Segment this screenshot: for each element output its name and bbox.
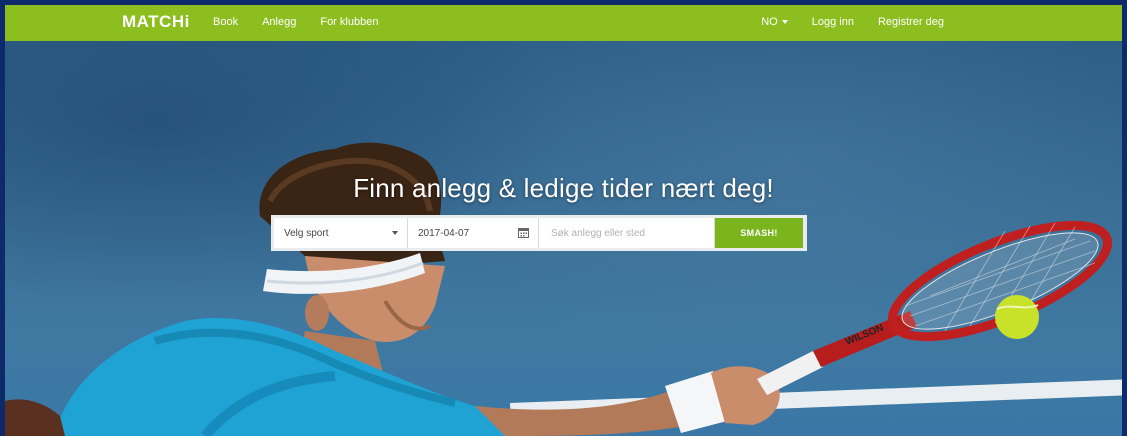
register-link[interactable]: Registrer deg	[878, 16, 944, 28]
login-link[interactable]: Logg inn	[812, 16, 854, 28]
date-picker[interactable]: 2017-04-07	[408, 218, 539, 248]
language-label: NO	[761, 16, 778, 28]
browser-frame: MATCHi Book Anlegg For klubben NO Logg i…	[5, 5, 1122, 436]
date-value: 2017-04-07	[418, 227, 470, 239]
main-nav: Book Anlegg For klubben	[213, 16, 378, 28]
caret-down-icon	[392, 231, 398, 235]
language-dropdown[interactable]: NO	[761, 16, 788, 28]
sport-select-value: Velg sport	[284, 227, 329, 239]
caret-down-icon	[781, 20, 788, 25]
search-form: Velg sport 2017-04-07 SMASH!	[271, 215, 807, 251]
nav-link-book[interactable]: Book	[213, 16, 238, 28]
search-field	[539, 218, 715, 248]
search-input[interactable]	[549, 226, 704, 240]
brand-logo[interactable]: MATCHi	[122, 12, 190, 32]
top-navbar: MATCHi Book Anlegg For klubben NO Logg i…	[5, 5, 1122, 41]
hero-title: Finn anlegg & ledige tider nært deg!	[353, 173, 774, 203]
nav-link-for-klubben[interactable]: For klubben	[320, 16, 378, 28]
sport-select[interactable]: Velg sport	[274, 218, 408, 248]
nav-link-anlegg[interactable]: Anlegg	[262, 16, 296, 28]
calendar-icon[interactable]	[518, 227, 529, 238]
hero-section: WILSON Finn anlegg & ledige tider nært d…	[5, 41, 1122, 436]
account-nav: NO Logg inn Registrer deg	[761, 16, 944, 28]
smash-button[interactable]: SMASH!	[715, 218, 803, 248]
